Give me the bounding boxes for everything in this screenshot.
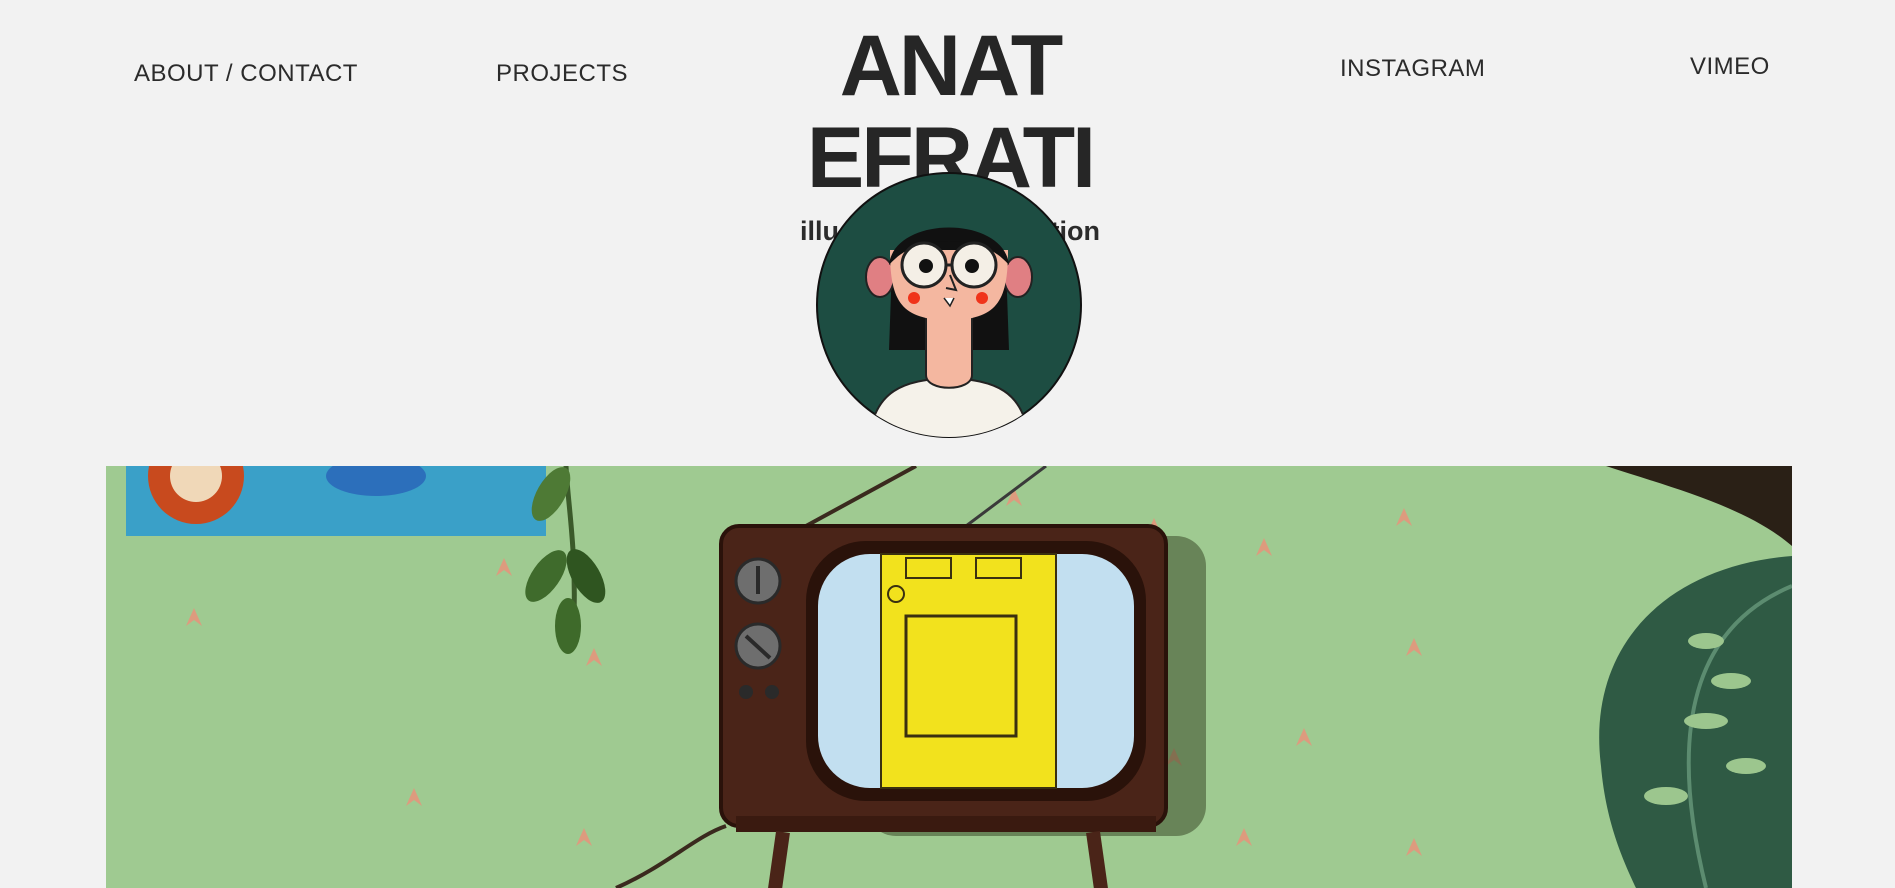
nav-about-contact-link[interactable]: ABOUT / CONTACT (134, 60, 358, 88)
hero-illustration[interactable] (106, 466, 1792, 888)
avatar (814, 170, 1084, 440)
nav-projects-link[interactable]: PROJECTS (496, 60, 628, 88)
retro-tv-illustration-icon (106, 466, 1792, 888)
avatar-illustration-icon (816, 172, 1082, 438)
nav-vimeo-link[interactable]: VIMEO (1690, 53, 1770, 81)
nav-instagram-link[interactable]: INSTAGRAM (1340, 55, 1485, 83)
